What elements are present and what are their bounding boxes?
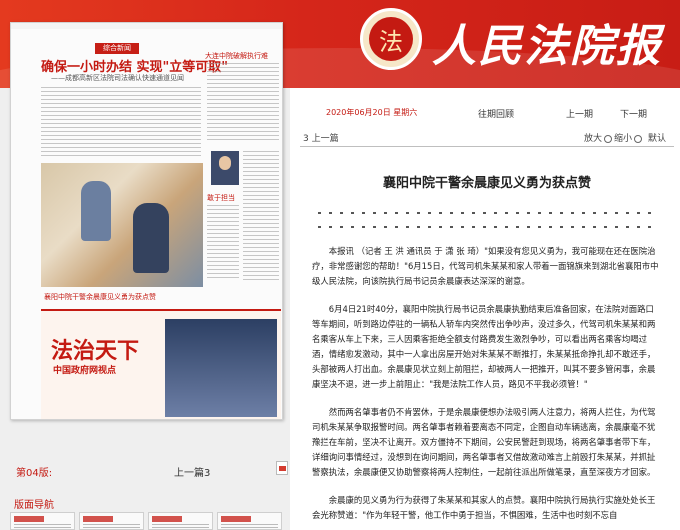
magnifier-icon <box>604 134 613 143</box>
prev-page-link[interactable]: 上一篇3 <box>174 464 210 479</box>
zoom-in-label: 放大 <box>584 134 603 144</box>
zoom-in-button[interactable]: 放大 <box>584 131 613 144</box>
newspaper-title[interactable]: 人民法院报 <box>432 10 662 74</box>
next-issue-link[interactable]: 下一期 <box>620 107 647 120</box>
divider-dashed <box>318 226 658 228</box>
pdf-download-icon[interactable] <box>276 461 288 475</box>
divider-dashed <box>318 212 658 214</box>
photo-caption[interactable]: 襄阳中院干警余晨康见义勇为获点赞 <box>44 292 156 302</box>
advertisement[interactable]: 法治天下 中国政府网视点 <box>41 309 281 419</box>
portrait-caption: 敢于担当 <box>207 194 235 202</box>
article-paragraph: 6月4日21时40分，襄阳中院执行局书记员余晨康执勤结束后准备回家，在法院对面路… <box>312 304 656 389</box>
article-body: 本报讯 （记者 王 洪 通讯员 于 潇 张 琦）"如果没有您见义勇为，我可能现在… <box>312 244 662 530</box>
section-thumbnail[interactable] <box>79 512 144 530</box>
newspaper-page-image[interactable]: 综合新闻 确保一小时办结 实现"立等可取" ——成都高新区法院司法确认快速通道见… <box>10 22 283 420</box>
magnifier-icon <box>634 134 643 143</box>
court-photo[interactable] <box>41 163 203 287</box>
column-tag: 综合新闻 <box>95 43 139 54</box>
text-block[interactable] <box>207 63 279 143</box>
emblem-text: 法 <box>369 17 413 61</box>
zoom-reset-button[interactable]: 默认 <box>648 131 666 144</box>
ad-subtitle: 中国政府网视点 <box>53 366 117 376</box>
court-emblem-icon: 法 <box>360 8 422 70</box>
prev-issue-link[interactable]: 上一期 <box>566 107 593 120</box>
issue-date: 2020年06月20日 星期六 <box>326 108 418 117</box>
text-block[interactable] <box>243 151 279 281</box>
zoom-out-label: 缩小 <box>614 134 633 144</box>
section-thumbnail[interactable] <box>148 512 213 530</box>
person-figure <box>133 203 169 273</box>
article-pager[interactable]: 3 上一篇 <box>303 131 339 144</box>
text-block[interactable] <box>207 205 239 281</box>
zoom-out-button[interactable]: 缩小 <box>614 131 643 144</box>
section-thumbnail[interactable] <box>217 512 282 530</box>
article-paragraph: 然而两名肇事者仍不肯罢休，于是余晨康便想办法吸引两人注意力，将两人拦住，为代驾司… <box>312 407 656 477</box>
thumbnail-subheadline: ——成都高新区法院司法确认快速通道见闻 <box>51 74 184 82</box>
portrait-photo[interactable] <box>211 151 239 185</box>
person-figure <box>81 181 111 241</box>
divider <box>300 146 674 147</box>
article-paragraph: 本报讯 （记者 王 洪 通讯员 于 潇 张 琦）"如果没有您见义勇为，我可能现在… <box>312 246 659 286</box>
ad-image <box>165 319 277 417</box>
text-block[interactable] <box>41 87 201 157</box>
section-nav-title: 版面导航 <box>14 500 54 511</box>
article-paragraph: 余晨康的见义勇为行为获得了朱某某和其家人的点赞。襄阳中院执行局执行实施处处长王会… <box>312 495 656 520</box>
zoom-reset-label: 默认 <box>648 134 667 144</box>
page-top-strip <box>11 23 282 29</box>
thumbnail-side-headline[interactable]: 大连中院破解执行难 <box>205 51 281 61</box>
portrait-face <box>219 156 231 170</box>
past-issues-link[interactable]: 往期回顾 <box>478 107 514 120</box>
article-title: 襄阳中院干警余晨康见义勇为获点赞 <box>382 176 591 191</box>
section-thumbnails <box>10 512 282 530</box>
ad-title: 法治天下 <box>51 338 140 364</box>
page-number-label: 第04版: <box>16 468 53 479</box>
section-thumbnail[interactable] <box>10 512 75 530</box>
